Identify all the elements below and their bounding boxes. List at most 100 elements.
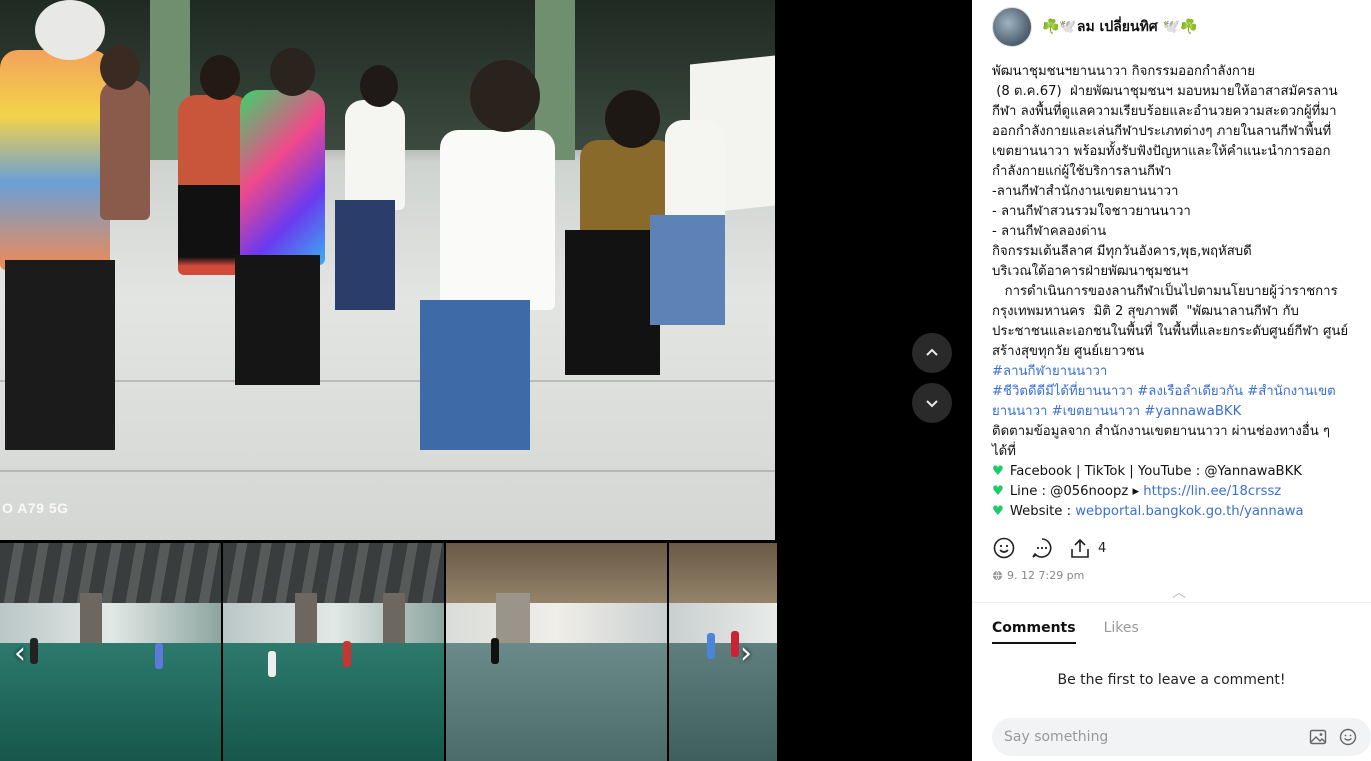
thumbnail-strip [0,543,777,761]
post-header: ☘️🕊️ลม เปลี่ยนทิศ 🕊️☘️ [992,6,1197,48]
media-viewer: O A79 5G ‹ › [0,0,972,761]
comment-button[interactable] [1030,536,1054,560]
main-photo[interactable]: O A79 5G [0,0,775,540]
post-line: ประชาชนและเอกชนในพื้นที่ ในพื้นที่และยกร… [992,324,1349,339]
post-actions: 4 [992,536,1106,560]
empty-comments-message: Be the first to leave a comment! [1057,672,1286,688]
thumb-court [223,643,444,761]
thumbnails-next-icon[interactable]: › [740,636,752,671]
dancer [0,50,110,270]
attach-image-button[interactable] [1307,726,1329,748]
post-line: ติดตามข้อมูลจาก สำนักงานเขตยานนาวา ผ่านช… [992,424,1330,439]
post-line: เขตยานนาวา พร้อมทั้งรับฟังปัญหาและให้คำแ… [992,144,1331,159]
social-line: ♥ Facebook | TikTok | YouTube : @YannawaB… [992,462,1371,482]
post-line: การดำเนินการของลานกีฬาเป็นไปตามนโยบายผู้… [992,284,1338,299]
divider [972,602,1371,603]
chevron-down-icon [926,400,938,408]
reaction-button[interactable] [992,536,1016,560]
post-line: - ลานกีฬาสวนรวมใจชาวยานนาวา [992,204,1191,219]
globe-icon [992,570,1003,581]
post-line: กิจกรรมเต้นลีลาศ มีทุกวันอังคาร,พุธ,พฤหั… [992,244,1252,259]
image-icon [1309,729,1327,745]
thumb-player [30,638,38,664]
post-line: กีฬา ลงพื้นที่ดูแลความเรียบร้อยและอำนวยค… [992,104,1337,119]
post-line: ออกกำลังกายและเล่นกีฬาประเภทต่างๆ ภายในล… [992,124,1332,139]
post-line: กรุงเทพมหานคร มิติ 2 สุขภาพดี "พัฒนาลานก… [992,304,1299,319]
dancer-head [35,0,105,60]
post-line: - ลานกีฬาคลองด่าน [992,224,1107,239]
post-line: -ลานกีฬาสำนักงานเขตยานนาวา [992,184,1179,199]
comment-bubble-icon [1032,538,1052,558]
arrow-icon: ▸ [1132,484,1144,499]
share-button[interactable] [1068,536,1092,560]
dancer-leg [565,230,660,375]
dancer-leg [650,215,725,325]
thumbnail[interactable] [446,543,667,761]
post-line: ได้ที่ [992,444,1016,459]
dancer-head [360,65,398,107]
thumbnails-prev-icon[interactable]: ‹ [14,636,26,671]
hashtag-link[interactable]: #ลานกีฬายานนาวา [992,362,1371,382]
dancer [440,130,555,310]
dancer-head [100,45,140,90]
green-heart-icon: ♥ [992,484,1004,499]
green-heart-icon: ♥ [992,464,1004,479]
dancer [100,80,150,220]
post-line: สร้างสุขทุกวัย ศูนย์เยาวชน [992,344,1145,359]
comment-tabs: Comments Likes [992,620,1139,644]
line-url-link[interactable]: https://lin.ee/18crssz [1143,484,1281,499]
dancer-head [200,55,240,100]
line-label: Line : @056noopz [1009,484,1133,499]
thumb-background [669,603,777,648]
thumb-player [343,641,351,667]
smiley-icon [993,537,1015,559]
thumbnail[interactable] [0,543,221,761]
website-link[interactable]: webportal.bangkok.go.th/yannawa [1075,504,1303,519]
thumbnail[interactable] [669,543,777,761]
dancer [345,100,405,210]
post-meta: 9. 12 7:29 pm [992,569,1084,582]
hashtag-link[interactable]: ยานนาวา #เขตยานนาวา #yannawaBKK [992,402,1371,422]
post-line: กำลังกายแก่ผู้ใช้บริการลานกีฬา [992,164,1172,179]
avatar[interactable] [992,7,1032,47]
thumb-player [268,651,276,677]
dancer-head [470,60,540,132]
thumb-player [731,631,739,657]
comment-input[interactable] [1004,729,1299,745]
thumbnail[interactable] [223,543,444,761]
comment-composer [992,718,1371,756]
next-media-button[interactable] [912,383,952,423]
thumb-player [491,638,499,664]
website-label: Website : [1009,504,1076,519]
thumb-background [446,603,667,648]
dancer-leg [420,300,530,450]
author-name[interactable]: ☘️🕊️ลม เปลี่ยนทิศ 🕊️☘️ [1042,16,1197,38]
dancer-head [605,90,660,148]
dancer-leg [335,200,395,310]
green-heart-icon: ♥ [992,504,1004,519]
share-count: 4 [1098,540,1107,556]
post-line: พัฒนาชุมชนฯยานนาวา กิจกรรมออกกำลังกาย [992,64,1256,79]
tab-likes[interactable]: Likes [1104,620,1139,644]
hashtag-link[interactable]: #ชีวิตดีดีมีได้ที่ยานนาวา #ลงเรือลำเดียว… [992,382,1371,402]
website-line: ♥ Website : webportal.bangkok.go.th/yanna… [992,502,1371,522]
camera-watermark: O A79 5G [2,500,69,516]
share-icon [1071,538,1089,558]
dancer-leg [235,255,320,385]
tab-comments[interactable]: Comments [992,620,1076,644]
emoji-button[interactable] [1337,726,1359,748]
previous-media-button[interactable] [912,333,952,373]
collapse-chevron-icon[interactable]: ︿ [1172,582,1186,602]
thumb-player [707,633,715,659]
thumb-player [155,643,163,669]
post-text: พัฒนาชุมชนฯยานนาวา กิจกรรมออกกำลังกาย (8… [992,62,1371,522]
line-contact: ♥ Line : @056noopz ▸ https://lin.ee/18crs… [992,482,1371,502]
post-timestamp: 9. 12 7:29 pm [1007,569,1085,582]
smiley-icon [1339,728,1357,746]
thumb-background [223,603,444,648]
dancer-leg [5,260,115,450]
dancer [665,120,725,230]
thumb-court [446,643,667,761]
social-label: Facebook | TikTok | YouTube : @YannawaBK… [1009,464,1302,479]
dancer-head [270,48,315,96]
